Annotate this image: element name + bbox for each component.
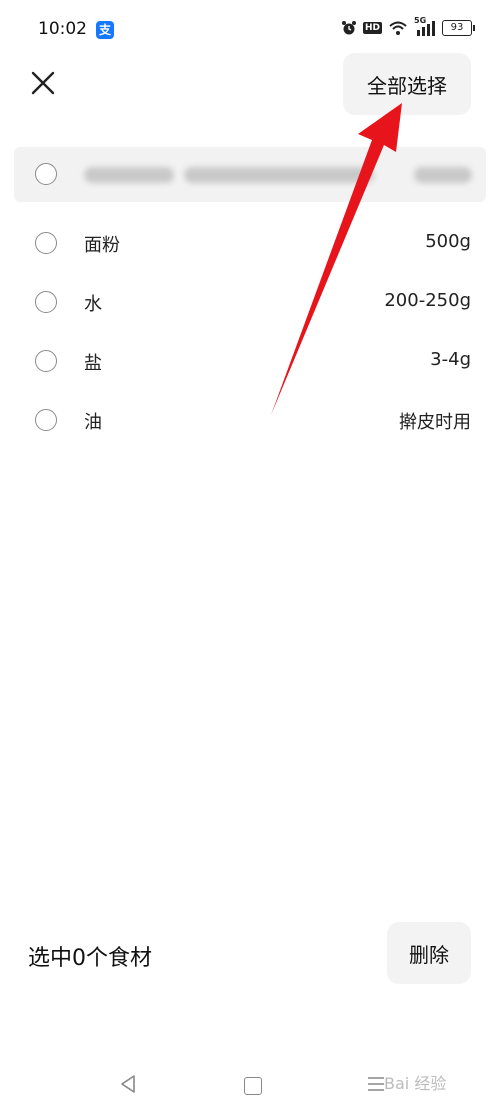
- alipay-icon: 支: [96, 21, 114, 39]
- delete-button[interactable]: 删除: [387, 922, 471, 984]
- list-item[interactable]: 油 擀皮时用: [0, 392, 500, 450]
- close-icon: [31, 71, 55, 95]
- radio-button[interactable]: [35, 291, 57, 313]
- watermark: Bai 经验: [384, 1074, 447, 1093]
- ingredient-amount: 3-4g: [430, 349, 471, 370]
- blurred-text: [84, 167, 174, 183]
- ingredient-amount: 200-250g: [384, 290, 471, 311]
- blurred-text: [414, 167, 472, 183]
- battery-icon: 93: [442, 20, 475, 36]
- network-type: 5G: [414, 16, 427, 25]
- back-icon[interactable]: [118, 1073, 138, 1095]
- ingredient-name: 油: [84, 412, 102, 433]
- home-icon[interactable]: [244, 1077, 262, 1095]
- hd-badge: HD: [362, 22, 382, 34]
- selected-count-label: 选中0个食材: [28, 946, 152, 971]
- radio-button[interactable]: [35, 232, 57, 254]
- radio-button[interactable]: [35, 350, 57, 372]
- list-item[interactable]: 面粉 500g: [0, 215, 500, 273]
- ingredient-name: 面粉: [84, 235, 120, 256]
- signal-icon: 5G: [414, 16, 436, 36]
- blurred-text: [184, 167, 374, 183]
- close-button[interactable]: [28, 68, 58, 98]
- list-item[interactable]: 水 200-250g: [0, 274, 500, 332]
- ingredient-amount: 擀皮时用: [399, 412, 471, 433]
- alarm-icon: [341, 21, 356, 35]
- ingredient-name: 盐: [84, 353, 102, 374]
- status-time: 10:02: [38, 19, 87, 39]
- radio-button[interactable]: [35, 409, 57, 431]
- radio-button[interactable]: [35, 163, 57, 185]
- status-bar: 10:02 支 HD 5G 93: [0, 0, 500, 60]
- ingredient-amount: 500g: [425, 231, 471, 252]
- status-icons: HD 5G 93: [341, 16, 475, 36]
- list-item[interactable]: 盐 3-4g: [0, 333, 500, 391]
- wifi-icon: [389, 21, 407, 35]
- select-all-button[interactable]: 全部选择: [343, 53, 471, 115]
- list-item-blurred[interactable]: [14, 147, 486, 202]
- menu-icon[interactable]: [366, 1075, 386, 1093]
- ingredient-name: 水: [84, 294, 102, 315]
